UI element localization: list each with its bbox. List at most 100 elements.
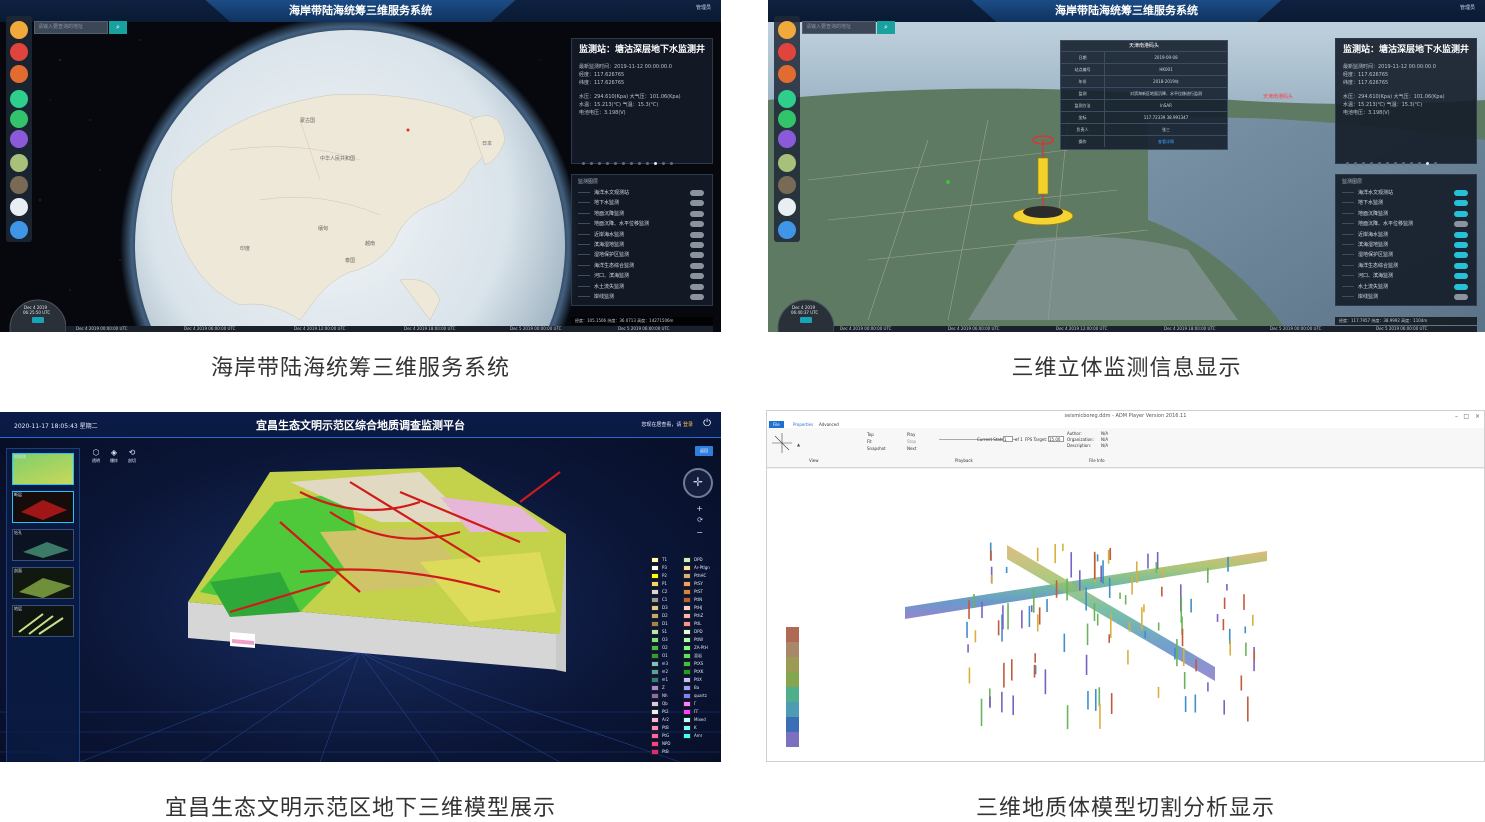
- cloud-icon[interactable]: [778, 198, 796, 216]
- layer-toggle[interactable]: [690, 190, 704, 196]
- send-icon[interactable]: [10, 110, 28, 128]
- layer-toggle[interactable]: [1454, 200, 1468, 207]
- layer-item[interactable]: 水土流失监测: [1336, 282, 1476, 292]
- thumbnail-section[interactable]: 剖面: [12, 567, 74, 599]
- layer-item[interactable]: 湿地保护区监测: [1336, 250, 1476, 260]
- layer-item[interactable]: 地下水监测: [1336, 198, 1476, 208]
- layer-toggle[interactable]: [690, 200, 704, 207]
- layer-toggle[interactable]: [1454, 231, 1468, 238]
- detail-link[interactable]: 查看详情: [1105, 136, 1227, 147]
- layer-toggle[interactable]: [690, 293, 704, 300]
- layer-item[interactable]: 地面沉降、水平位移监测: [1336, 219, 1476, 229]
- ribbon-top[interactable]: Top: [867, 432, 874, 437]
- swap-icon[interactable]: [778, 21, 796, 39]
- layer-toggle[interactable]: [690, 283, 704, 290]
- time-compass[interactable]: Dec 4 2019 06:40:37 UTC: [774, 292, 835, 332]
- globe-icon[interactable]: [778, 221, 796, 239]
- layer-toggle[interactable]: [690, 231, 704, 238]
- layer-item[interactable]: 湿地保护区监测: [572, 250, 712, 260]
- layer-item[interactable]: 滨海湿地监测: [572, 240, 712, 250]
- cut-tool[interactable]: ⟲ 剖切: [124, 448, 140, 464]
- layer-icon[interactable]: [778, 43, 796, 61]
- layer-toggle[interactable]: [1454, 293, 1468, 300]
- layer-toggle[interactable]: [690, 273, 704, 280]
- layer-toggle[interactable]: [1454, 252, 1468, 259]
- ribbon-stop[interactable]: Stop: [907, 439, 916, 444]
- layer-toggle[interactable]: [1454, 190, 1468, 196]
- borehole-cut-scene[interactable]: [767, 469, 1485, 762]
- layer-item[interactable]: 海洋生态综合监测: [572, 261, 712, 271]
- stack-icon[interactable]: [778, 130, 796, 148]
- layer-toggle[interactable]: [1454, 210, 1468, 217]
- layer-icon[interactable]: [10, 43, 28, 61]
- arrow-up-icon[interactable]: ▲: [797, 442, 800, 447]
- layer-toggle[interactable]: [1454, 262, 1468, 269]
- thumbnail-stratum[interactable]: 地层: [12, 605, 74, 637]
- thumbnail-geobody[interactable]: 地质体: [12, 453, 74, 485]
- ribbon-next[interactable]: Next: [907, 446, 916, 451]
- search-button[interactable]: ⌕: [109, 21, 127, 34]
- layer-toggle[interactable]: [1454, 283, 1468, 290]
- layer-toggle[interactable]: [690, 221, 704, 228]
- login-link[interactable]: 登录: [683, 422, 693, 428]
- grid-icon[interactable]: [778, 65, 796, 83]
- tab-properties[interactable]: Properties: [789, 421, 817, 428]
- search-input[interactable]: 请输入要查询的地址: [802, 21, 876, 34]
- ribbon-snapshot[interactable]: Snapshot: [867, 446, 886, 451]
- layer-item[interactable]: 海洋生态综合监测: [1336, 261, 1476, 271]
- moon-icon[interactable]: [10, 176, 28, 194]
- transparent-tool[interactable]: ⬡ 透明: [88, 448, 104, 464]
- layer-toggle[interactable]: [1454, 273, 1468, 280]
- tab-file[interactable]: File: [769, 421, 784, 428]
- layer-item[interactable]: 近岸海水监测: [572, 230, 712, 240]
- layer-toggle[interactable]: [690, 210, 704, 217]
- timeline[interactable]: Dec 4 2019 00:00:00 UTC Dec 4 2019 06:00…: [834, 326, 1477, 332]
- current-state-input[interactable]: 1: [1003, 436, 1013, 442]
- timeline[interactable]: Dec 4 2019 00:00:00 UTC Dec 4 2019 06:00…: [66, 326, 713, 332]
- ribbon-fit[interactable]: Fit: [867, 439, 872, 444]
- thumbnail-borehole[interactable]: 钻孔: [12, 529, 74, 561]
- layer-toggle[interactable]: [690, 262, 704, 269]
- layer-toggle[interactable]: [1454, 221, 1468, 228]
- tab-advanced[interactable]: Advanced: [815, 421, 843, 428]
- layer-toggle[interactable]: [690, 241, 704, 248]
- layer-item[interactable]: 海洋水文观测站: [572, 188, 712, 198]
- back-button[interactable]: 返回: [695, 446, 713, 456]
- stack-icon[interactable]: [10, 130, 28, 148]
- user-link[interactable]: 管理员: [1460, 4, 1475, 11]
- layer-item[interactable]: 近岸海水监测: [1336, 230, 1476, 240]
- globe-icon[interactable]: [10, 221, 28, 239]
- target-icon[interactable]: [10, 90, 28, 108]
- grid-icon[interactable]: [10, 65, 28, 83]
- view-cube-icon[interactable]: [771, 432, 793, 454]
- search-button[interactable]: ⌕: [877, 21, 895, 34]
- navigation-compass[interactable]: ✛: [683, 468, 713, 498]
- explode-tool[interactable]: ◈ 爆炸: [106, 448, 122, 464]
- search-input[interactable]: 请输入要查询的地址: [34, 21, 108, 34]
- layer-toggle[interactable]: [1454, 241, 1468, 248]
- ribbon-play[interactable]: Play: [907, 432, 915, 437]
- time-compass[interactable]: Dec 4 2019 06:25:50 UTC: [6, 292, 67, 332]
- layer-item[interactable]: 岸线监测: [572, 292, 712, 302]
- layer-item[interactable]: 滨海湿地监测: [1336, 240, 1476, 250]
- layer-item[interactable]: 地下水监测: [572, 198, 712, 208]
- swap-icon[interactable]: [10, 21, 28, 39]
- layer-item[interactable]: 海洋水文观测站: [1336, 188, 1476, 198]
- layer-item[interactable]: 水土流失监测: [572, 282, 712, 292]
- fps-input[interactable]: 15.00: [1048, 436, 1064, 442]
- layer-toggle[interactable]: [690, 252, 704, 259]
- earth-icon[interactable]: [778, 154, 796, 172]
- power-icon[interactable]: ⏻: [703, 418, 711, 429]
- user-link[interactable]: 管理员: [696, 4, 711, 11]
- layer-item[interactable]: 河口、滨海监测: [1336, 271, 1476, 281]
- carousel-dots[interactable]: [1346, 150, 1466, 165]
- cloud-icon[interactable]: [10, 198, 28, 216]
- zoom-out-icon[interactable]: −: [696, 528, 703, 537]
- layer-item[interactable]: 岸线监测: [1336, 292, 1476, 302]
- layer-item[interactable]: 地面沉降监测: [572, 209, 712, 219]
- layer-item[interactable]: 地面沉降、水平位移监测: [572, 219, 712, 229]
- zoom-in-icon[interactable]: +: [696, 504, 703, 513]
- target-icon[interactable]: [778, 90, 796, 108]
- reset-icon[interactable]: ⟳: [697, 516, 703, 524]
- earth-icon[interactable]: [10, 154, 28, 172]
